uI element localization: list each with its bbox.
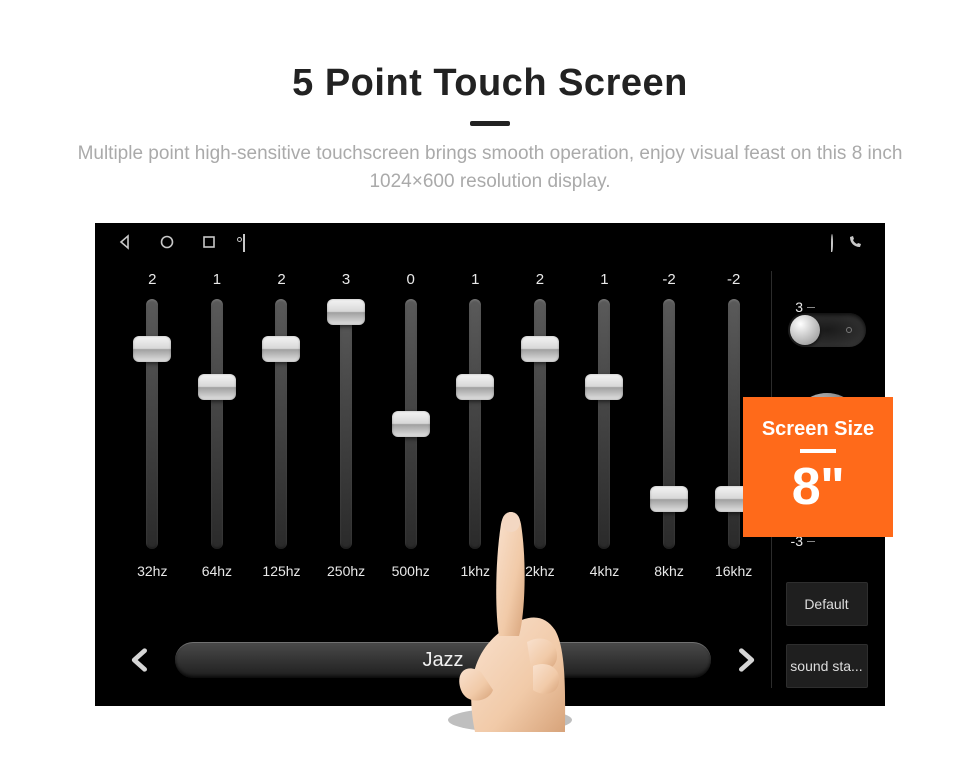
eq-band: 2 125hz (252, 271, 311, 591)
eq-slider-thumb[interactable] (456, 374, 494, 400)
eq-slider-thumb[interactable] (392, 411, 430, 437)
eq-band-value: 2 (277, 271, 285, 291)
eq-slider[interactable] (405, 299, 417, 549)
eq-band: 2 2khz (511, 271, 570, 591)
eq-band-value: 2 (536, 271, 544, 291)
eq-slider-thumb[interactable] (521, 336, 559, 362)
eq-band-freq: 16khz (715, 563, 752, 579)
eq-band-value: -2 (727, 271, 740, 291)
eq-band: 1 4khz (575, 271, 634, 591)
eq-band: 1 1khz (446, 271, 505, 591)
screen-size-callout: Screen Size 8" (743, 397, 893, 537)
eq-band-value: 3 (342, 271, 350, 291)
subheadline: Multiple point high-sensitive touchscree… (40, 140, 940, 195)
callout-divider (800, 449, 836, 453)
preset-display[interactable]: Jazz (175, 642, 711, 678)
headline: 5 Point Touch Screen (0, 62, 980, 105)
back-icon[interactable] (117, 234, 133, 253)
eq-slider-thumb[interactable] (585, 374, 623, 400)
screenshot-frame: 2 32hz 1 64hz 2 125hz 3 250hz 0 500hz 1 1khz 2 2khz 1 4… (95, 223, 885, 706)
eq-slider[interactable] (469, 299, 481, 549)
eq-band: 0 500hz (381, 271, 440, 591)
eq-band-freq: 64hz (202, 563, 232, 579)
eq-band-value: 1 (600, 271, 608, 291)
eq-band-value: 1 (471, 271, 479, 291)
eq-band-freq: 8khz (654, 563, 684, 579)
eq-slider-thumb[interactable] (133, 336, 171, 362)
eq-band-freq: 250hz (327, 563, 365, 579)
eq-band: 1 64hz (188, 271, 247, 591)
eq-slider[interactable] (728, 299, 740, 549)
eq-band: -2 8khz (640, 271, 699, 591)
eq-band: 3 250hz (317, 271, 376, 591)
preset-next-button[interactable] (729, 643, 763, 677)
callout-label: Screen Size (762, 418, 874, 441)
eq-slider-thumb[interactable] (262, 336, 300, 362)
sound-stage-button[interactable]: sound sta... (786, 644, 868, 688)
default-button[interactable]: Default (786, 582, 868, 626)
eq-band-freq: 32hz (137, 563, 167, 579)
recent-icon[interactable] (201, 234, 217, 253)
android-navbar (95, 223, 885, 263)
eq-band-freq: 1khz (460, 563, 490, 579)
headline-divider (470, 121, 510, 126)
loudness-toggle[interactable] (788, 313, 866, 347)
toggle-knob (790, 315, 820, 345)
phone-icon[interactable] (847, 234, 863, 253)
eq-slider[interactable] (146, 299, 158, 549)
eq-band-freq: 500hz (392, 563, 430, 579)
eq-slider-thumb[interactable] (327, 299, 365, 325)
eq-slider[interactable] (340, 299, 352, 549)
equalizer: 2 32hz 1 64hz 2 125hz 3 250hz 0 500hz 1 1khz 2 2khz 1 4… (123, 271, 763, 651)
eq-slider[interactable] (534, 299, 546, 549)
eq-band-freq: 4khz (590, 563, 620, 579)
eq-band-value: 2 (148, 271, 156, 291)
callout-size: 8" (792, 457, 845, 517)
eq-slider-thumb[interactable] (198, 374, 236, 400)
preset-row: Jazz (123, 642, 763, 678)
eq-band-value: 1 (213, 271, 221, 291)
eq-band-freq: 125hz (262, 563, 300, 579)
eq-slider[interactable] (211, 299, 223, 549)
eq-band-value: 0 (407, 271, 415, 291)
eq-slider[interactable] (275, 299, 287, 549)
page-root: 5 Point Touch Screen Multiple point high… (0, 62, 980, 767)
eq-band: 2 32hz (123, 271, 182, 591)
eq-band-freq: 2khz (525, 563, 555, 579)
home-icon[interactable] (159, 234, 175, 253)
toggle-off-indicator (846, 327, 852, 333)
picture-icon[interactable] (243, 235, 245, 251)
eq-slider[interactable] (598, 299, 610, 549)
preset-prev-button[interactable] (123, 643, 157, 677)
eq-slider-thumb[interactable] (650, 486, 688, 512)
location-icon[interactable] (831, 235, 833, 251)
eq-band-value: -2 (662, 271, 675, 291)
eq-slider[interactable] (663, 299, 675, 549)
